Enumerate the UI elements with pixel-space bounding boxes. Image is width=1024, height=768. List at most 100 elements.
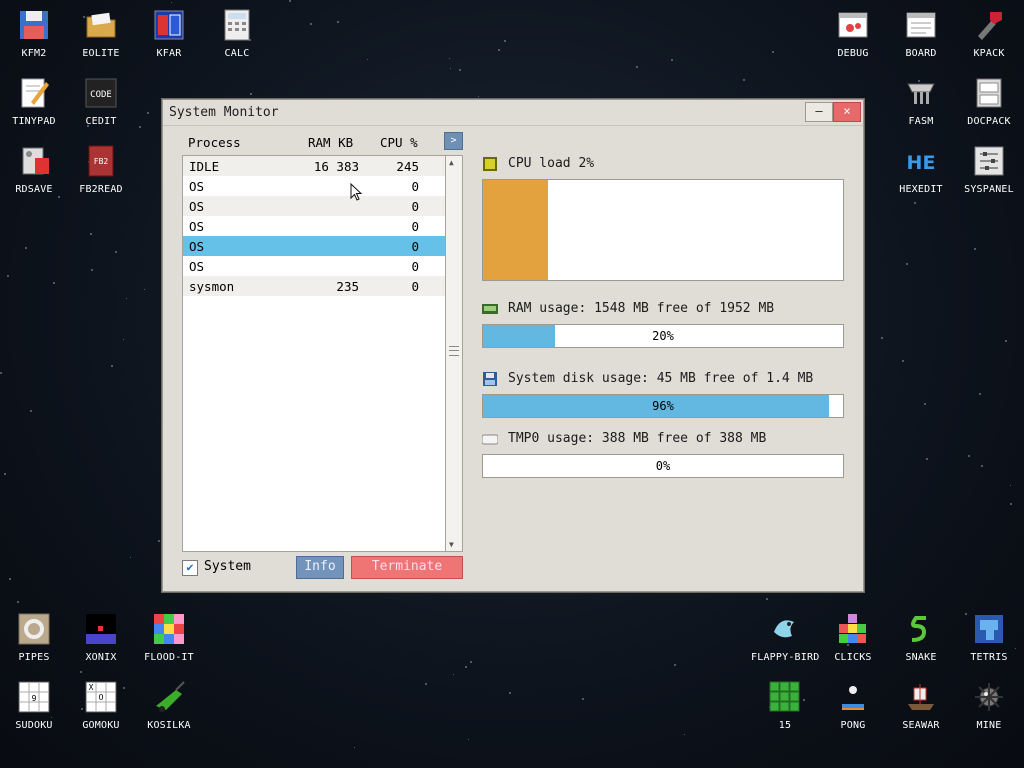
desktop-shortcut-mine[interactable]: MINE	[955, 680, 1023, 731]
scroll-down-icon[interactable]: ▼	[449, 540, 454, 549]
desktop-shortcut-gomoku[interactable]: X O GOMOKU	[67, 680, 135, 731]
star	[129, 556, 131, 558]
desktop-shortcut-tinypad[interactable]: TINYPAD	[0, 76, 68, 127]
star	[670, 58, 673, 61]
hexedit-icon: HE	[904, 144, 938, 178]
star	[765, 597, 768, 600]
minimize-button[interactable]: –	[805, 102, 833, 122]
star	[0, 372, 3, 375]
desktop-shortcut-fasm[interactable]: FASM	[887, 76, 955, 127]
desktop-shortcut-label: FLOOD-IT	[144, 652, 194, 663]
tetris-icon	[972, 612, 1006, 646]
star	[111, 365, 114, 368]
process-name: OS	[189, 219, 205, 234]
tmp-usage-bar: 0%	[482, 454, 844, 478]
rdsave-icon	[17, 144, 51, 178]
star	[1010, 503, 1013, 506]
folder-icon	[84, 8, 118, 42]
desktop-shortcut-pong[interactable]: PONG	[819, 680, 887, 731]
desktop-shortcut-kfar[interactable]: KFAR	[135, 8, 203, 59]
star	[3, 473, 6, 476]
tmp-usage-percent: 0%	[655, 459, 671, 473]
desktop-shortcut-label: KFAR	[156, 48, 182, 59]
process-row[interactable]: OS 0	[183, 196, 445, 216]
desktop-shortcut-eolite[interactable]: EOLITE	[67, 8, 135, 59]
notepad-icon	[17, 76, 51, 110]
desktop-shortcut-label: CLICKS	[834, 652, 872, 663]
desktop-shortcut-debug[interactable]: DEBUG	[819, 8, 887, 59]
info-button[interactable]: Info	[296, 556, 344, 579]
desktop-shortcut-calc[interactable]: CALC	[203, 8, 271, 59]
scroll-up-icon[interactable]: ▲	[449, 158, 454, 167]
scroll-grip[interactable]	[449, 346, 459, 356]
desktop-shortcut-label: TINYPAD	[12, 116, 56, 127]
kpack-icon	[972, 8, 1006, 42]
desktop-shortcut-cedit[interactable]: CODE CEDIT	[67, 76, 135, 127]
desktop-shortcut-label: SNAKE	[905, 652, 937, 663]
desktop-shortcut-label: KPACK	[973, 48, 1005, 59]
desktop-shortcut-kfm2[interactable]: KFM2	[0, 8, 68, 59]
desktop-shortcut-xonix[interactable]: XONIX	[67, 612, 135, 663]
book-icon: FB2	[84, 144, 118, 178]
star	[289, 0, 292, 3]
clicks-icon	[836, 612, 870, 646]
column-header-process[interactable]: Process	[188, 135, 241, 150]
svg-text:X: X	[89, 683, 94, 692]
column-header-ram[interactable]: RAM KB	[308, 135, 353, 150]
cpu-section: CPU load 2%	[482, 156, 842, 174]
star	[91, 269, 94, 272]
desktop-shortcut-docpack[interactable]: DOCPACK	[955, 76, 1023, 127]
desktop-shortcut-pipes[interactable]: PIPES	[0, 612, 68, 663]
title-bar[interactable]: System Monitor – ×	[163, 100, 863, 126]
process-row[interactable]: OS 0	[183, 236, 445, 256]
process-scrollbar[interactable]: ▲ ▼	[445, 155, 463, 552]
process-row[interactable]: OS 0	[183, 256, 445, 276]
svg-text:FB2: FB2	[94, 157, 109, 166]
desktop-shortcut-flappy-bird[interactable]: FLAPPY-BIRD	[751, 612, 819, 663]
expand-panel-button[interactable]: >	[444, 132, 463, 150]
desktop-shortcut-label: TETRIS	[970, 652, 1008, 663]
desktop-shortcut-syspanel[interactable]: SYSPANEL	[955, 144, 1023, 195]
desktop-shortcut-seawar[interactable]: SEAWAR	[887, 680, 955, 731]
star	[881, 337, 884, 340]
desktop-shortcut-flood-it[interactable]: FLOOD-IT	[135, 612, 203, 663]
cpu-graph	[482, 179, 844, 281]
terminate-button[interactable]: Terminate	[351, 556, 463, 579]
process-row[interactable]: OS 0	[183, 216, 445, 236]
process-ram: 235	[336, 279, 359, 294]
star	[449, 68, 451, 70]
desktop-shortcut-sudoku[interactable]: 9 SUDOKU	[0, 680, 68, 731]
star	[974, 248, 977, 251]
desktop-shortcut-hexedit[interactable]: HE HEXEDIT	[887, 144, 955, 195]
mouse-cursor-icon	[350, 183, 363, 201]
star	[465, 666, 468, 669]
star	[742, 78, 745, 81]
desktop-shortcut-fb2read[interactable]: FB2 FB2READ	[67, 144, 135, 195]
close-button[interactable]: ×	[833, 102, 861, 122]
desktop-shortcut-kpack[interactable]: KPACK	[955, 8, 1023, 59]
column-header-cpu[interactable]: CPU %	[380, 135, 418, 150]
process-row[interactable]: sysmon 235 0	[183, 276, 445, 296]
desktop-shortcut-kosilka[interactable]: KOSILKA	[135, 680, 203, 731]
cpu-load-label: CPU load 2%	[508, 156, 595, 171]
desktop-shortcut-board[interactable]: BOARD	[887, 8, 955, 59]
process-row[interactable]: IDLE 16 383 245	[183, 156, 445, 176]
star	[126, 298, 128, 300]
process-row[interactable]: OS 0	[183, 176, 445, 196]
system-checkbox[interactable]: ✔	[182, 560, 198, 576]
star	[146, 112, 149, 115]
star	[978, 393, 981, 396]
star	[29, 410, 32, 413]
desktop-shortcut-rdsave[interactable]: RDSAVE	[0, 144, 68, 195]
desktop-shortcut-clicks[interactable]: CLICKS	[819, 612, 887, 663]
star	[452, 674, 454, 676]
desktop-shortcut-15[interactable]: 15	[751, 680, 819, 731]
desktop-shortcut-label: SUDOKU	[15, 720, 53, 731]
desktop-shortcut-tetris[interactable]: TETRIS	[955, 612, 1023, 663]
flood-it-icon	[152, 612, 186, 646]
desktop-shortcut-label: KOSILKA	[147, 720, 191, 731]
desktop-shortcut-label: XONIX	[85, 652, 117, 663]
desktop-shortcut-snake[interactable]: SNAKE	[887, 612, 955, 663]
star	[925, 457, 928, 460]
star	[1005, 340, 1008, 343]
